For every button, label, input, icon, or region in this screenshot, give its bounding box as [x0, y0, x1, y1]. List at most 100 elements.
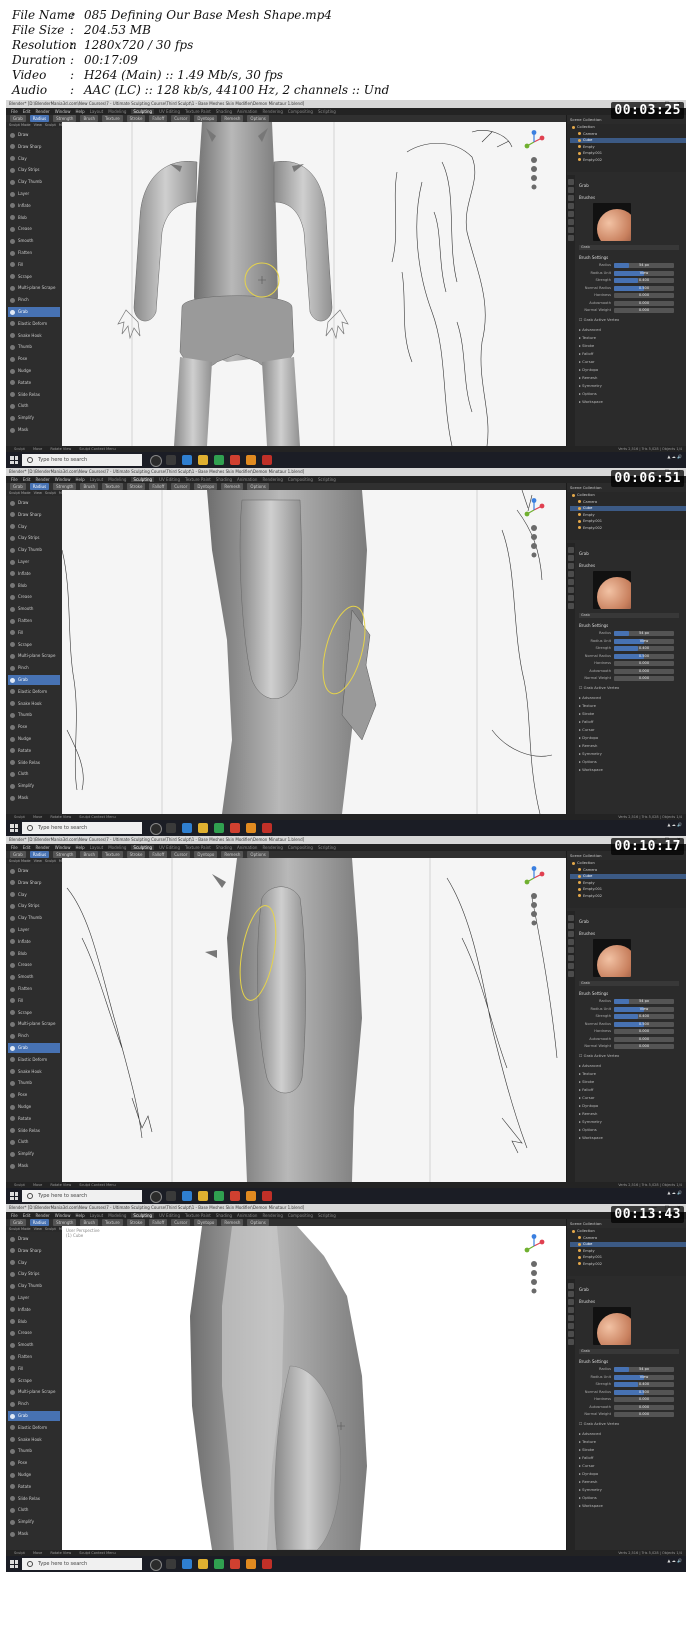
tool-item[interactable]: Snake Hook: [8, 331, 60, 341]
header-field[interactable]: Brush: [80, 115, 99, 122]
tool-item[interactable]: Draw: [8, 1234, 60, 1244]
header-field[interactable]: Falloff: [149, 851, 168, 858]
menu-item[interactable]: Window: [55, 109, 71, 114]
menu-item[interactable]: File: [11, 109, 18, 114]
tool-item[interactable]: Rotate: [8, 746, 60, 756]
tool-item[interactable]: Pinch: [8, 1031, 60, 1041]
taskbar-search-input[interactable]: Type here to search: [22, 822, 142, 834]
properties-subpanel[interactable]: ▸ Falloff: [579, 719, 593, 724]
tool-item[interactable]: Thumb: [8, 710, 60, 720]
brush-selector[interactable]: Grab: [10, 115, 26, 122]
tool-item[interactable]: Clay: [8, 1258, 60, 1268]
menu-item[interactable]: Help: [75, 845, 84, 850]
app-icon[interactable]: [230, 1559, 240, 1569]
brush-setting-row[interactable]: Radius 54 px: [579, 263, 683, 268]
tool-item[interactable]: Flatten: [8, 1352, 60, 1362]
brush-setting-row[interactable]: Radius Unit View: [579, 638, 683, 644]
properties-subpanel[interactable]: ▸ Advanced: [579, 1431, 601, 1436]
header-field[interactable]: Cursor: [171, 1219, 191, 1226]
properties-tab-icon[interactable]: [568, 555, 574, 561]
header-option[interactable]: Remesh: [221, 115, 244, 122]
header-option[interactable]: Dyntopo: [194, 483, 218, 490]
header-field[interactable]: Falloff: [149, 1219, 168, 1226]
setting-slider[interactable]: 0.000: [614, 308, 674, 313]
workspace-tab[interactable]: Compositing: [288, 1213, 313, 1218]
tool-item[interactable]: Mask: [8, 793, 60, 803]
setting-slider[interactable]: 0.400: [614, 646, 674, 651]
setting-slider[interactable]: 0.400: [614, 1382, 674, 1387]
outliner-item[interactable]: Empty.002: [570, 1262, 686, 1267]
tool-item[interactable]: Clay: [8, 522, 60, 532]
properties-tab-icon[interactable]: [568, 1315, 574, 1321]
tool-item[interactable]: Scrape: [8, 640, 60, 650]
windows-start-icon[interactable]: [10, 1560, 18, 1568]
recorder-icon[interactable]: [262, 1191, 272, 1201]
properties-subpanel[interactable]: ▸ Cursor: [579, 727, 595, 732]
workspace-tab[interactable]: Texture Paint: [185, 845, 211, 850]
properties-subpanel[interactable]: ▸ Texture: [579, 1071, 596, 1076]
properties-subpanel[interactable]: ▸ Texture: [579, 335, 596, 340]
mode-menu-item[interactable]: View: [34, 491, 42, 495]
properties-tab-icon[interactable]: [568, 955, 574, 961]
tool-item[interactable]: Multi-plane Scrape: [8, 283, 60, 293]
setting-slider[interactable]: 54 px: [614, 1367, 674, 1372]
file-explorer-icon[interactable]: [198, 1559, 208, 1569]
properties-subpanel[interactable]: ▸ Symmetry: [579, 751, 602, 756]
workspace-tab[interactable]: Compositing: [288, 109, 313, 114]
recorder-icon[interactable]: [262, 455, 272, 465]
tool-item[interactable]: Multi-plane Scrape: [8, 1387, 60, 1397]
properties-tab-icon[interactable]: [568, 587, 574, 593]
workspace-tab[interactable]: Animation: [237, 477, 257, 482]
properties-tab-icon[interactable]: [568, 1307, 574, 1313]
workspace-tab[interactable]: Animation: [237, 845, 257, 850]
tool-item[interactable]: Pose: [8, 1090, 60, 1100]
properties-tab-icon[interactable]: [568, 923, 574, 929]
outliner-item[interactable]: Camera: [570, 1236, 686, 1241]
properties-subpanel[interactable]: ▸ Symmetry: [579, 383, 602, 388]
properties-subpanel[interactable]: ▸ Advanced: [579, 1063, 601, 1068]
setting-slider[interactable]: View: [614, 1006, 674, 1012]
workspace-tab[interactable]: UV Editing: [159, 1213, 180, 1218]
workspace-tab[interactable]: Shading: [216, 477, 232, 482]
brush-setting-row[interactable]: Radius Unit View: [579, 1006, 683, 1012]
3d-viewport[interactable]: [62, 122, 566, 446]
setting-slider[interactable]: 0.500: [614, 653, 674, 659]
workspace-tab[interactable]: Compositing: [288, 845, 313, 850]
header-option[interactable]: Remesh: [221, 851, 244, 858]
properties-subpanel[interactable]: ▸ Stroke: [579, 1447, 594, 1452]
setting-slider[interactable]: View: [614, 1374, 674, 1380]
windows-start-icon[interactable]: [10, 1192, 18, 1200]
tool-item[interactable]: Cloth: [8, 1137, 60, 1147]
grab-active-vertex-checkbox[interactable]: ☐ Grab Active Vertex: [579, 317, 619, 322]
workspace-tab[interactable]: Modeling: [108, 845, 126, 850]
setting-slider[interactable]: 0.400: [614, 278, 674, 283]
menu-item[interactable]: Window: [55, 477, 71, 482]
properties-tab-icon[interactable]: [568, 211, 574, 217]
task-view-icon[interactable]: [166, 1191, 176, 1201]
tool-item[interactable]: Slide Relax: [8, 1494, 60, 1504]
brush-setting-row[interactable]: Normal Weight 0.000: [579, 1412, 683, 1417]
setting-slider[interactable]: 0.500: [614, 1021, 674, 1027]
tool-item[interactable]: Pinch: [8, 295, 60, 305]
tool-item[interactable]: Flatten: [8, 616, 60, 626]
tool-item[interactable]: Grab: [8, 1043, 60, 1053]
outliner-item[interactable]: Cube: [570, 874, 686, 879]
tool-item[interactable]: Scrape: [8, 272, 60, 282]
menu-item[interactable]: Window: [55, 1213, 71, 1218]
workspace-tab[interactable]: Scripting: [318, 477, 336, 482]
menu-item[interactable]: Render: [35, 1213, 49, 1218]
setting-slider[interactable]: 0.000: [614, 1404, 674, 1410]
tool-item[interactable]: Crease: [8, 224, 60, 234]
edge-icon[interactable]: [182, 1191, 192, 1201]
system-tray[interactable]: ▲ ☁ 🔊: [667, 822, 682, 828]
tool-item[interactable]: Clay Thumb: [8, 1281, 60, 1291]
header-field[interactable]: Stroke: [126, 1219, 146, 1226]
menu-item[interactable]: Edit: [23, 845, 31, 850]
blender-icon[interactable]: [246, 1559, 256, 1569]
tool-item[interactable]: Clay Strips: [8, 1269, 60, 1279]
tool-item[interactable]: Thumb: [8, 1446, 60, 1456]
header-option[interactable]: Options: [247, 851, 269, 858]
properties-subpanel[interactable]: ▸ Remesh: [579, 1111, 597, 1116]
mode-menu-item[interactable]: Sculpt: [45, 491, 56, 495]
header-field[interactable]: Cursor: [171, 483, 191, 490]
